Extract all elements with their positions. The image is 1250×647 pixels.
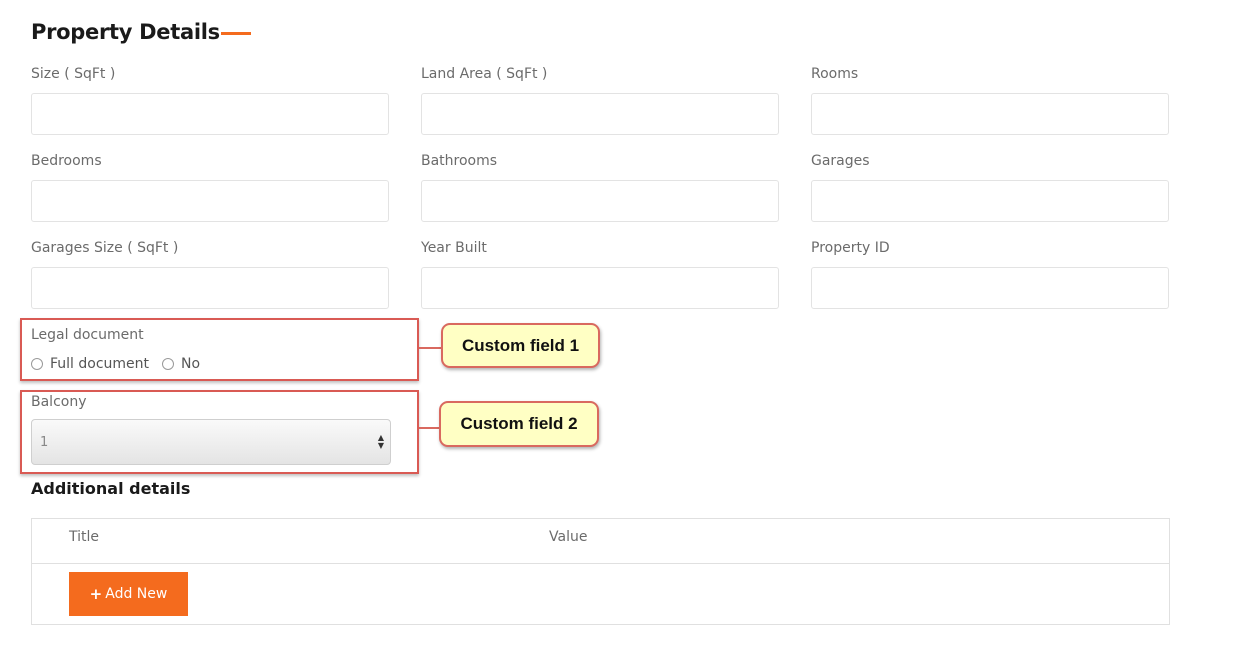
balcony-select[interactable]: 1 ▲ ▼ [31, 419, 391, 465]
size-label: Size ( SqFt ) [31, 66, 116, 82]
callout-1-connector [419, 347, 443, 349]
callout-2-connector [419, 427, 441, 429]
radio-option-no[interactable]: No [162, 356, 200, 372]
garages-size-input[interactable] [31, 267, 389, 309]
property-id-input[interactable] [811, 267, 1169, 309]
additional-details-heading: Additional details [31, 479, 191, 498]
rooms-label: Rooms [811, 66, 859, 82]
legal-document-radio-group: Full document No [31, 356, 213, 372]
plus-icon: + [89, 585, 103, 603]
garages-input[interactable] [811, 180, 1169, 222]
additional-details-table [31, 518, 1170, 625]
radio-circle-icon[interactable] [162, 358, 175, 370]
property-id-label: Property ID [811, 240, 890, 256]
land-area-label: Land Area ( SqFt ) [421, 66, 548, 82]
land-area-input[interactable] [421, 93, 779, 135]
column-header-title: Title [69, 529, 100, 545]
radio-circle-icon[interactable] [31, 358, 43, 370]
section-title: Property Details [31, 20, 220, 44]
garages-label: Garages [811, 153, 870, 169]
add-new-label: Add New [105, 586, 168, 602]
rooms-input[interactable] [811, 93, 1169, 135]
bedrooms-label: Bedrooms [31, 153, 102, 169]
radio-label-no: No [181, 356, 201, 372]
balcony-selected-value: 1 [40, 434, 49, 450]
radio-option-full-document[interactable]: Full document [31, 356, 149, 372]
size-input[interactable] [31, 93, 389, 135]
bedrooms-input[interactable] [31, 180, 389, 222]
garages-size-label: Garages Size ( SqFt ) [31, 240, 179, 256]
balcony-label: Balcony [31, 394, 87, 410]
column-header-value: Value [549, 529, 588, 545]
bathrooms-input[interactable] [421, 180, 779, 222]
bathrooms-label: Bathrooms [421, 153, 498, 169]
title-accent-dash [221, 32, 251, 35]
year-built-input[interactable] [421, 267, 779, 309]
year-built-label: Year Built [421, 240, 487, 256]
callout-custom-field-1: Custom field 1 [441, 323, 600, 368]
callout-custom-field-2: Custom field 2 [439, 401, 599, 447]
add-new-button[interactable]: + Add New [69, 572, 188, 616]
table-header-divider [31, 563, 1170, 564]
legal-document-label: Legal document [31, 327, 144, 343]
select-arrows-icon: ▲ ▼ [377, 433, 384, 450]
radio-label-full-document: Full document [50, 356, 150, 372]
